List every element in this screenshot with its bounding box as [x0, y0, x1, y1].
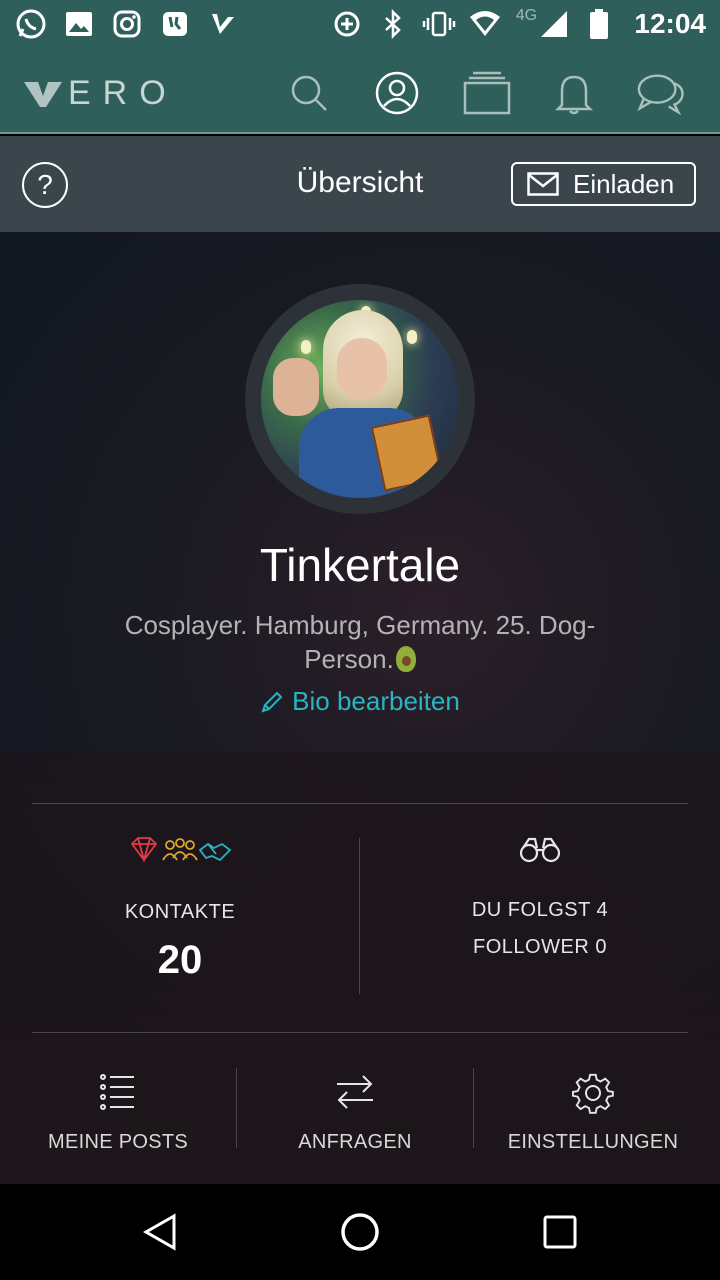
binoculars-icon — [519, 837, 561, 863]
divider — [32, 1032, 688, 1033]
bluetooth-icon — [376, 7, 410, 41]
battery-icon — [582, 7, 616, 41]
requests-label: ANFRAGEN — [298, 1131, 412, 1153]
tinder-like-icon — [158, 7, 192, 41]
settings-label: EINSTELLUNGEN — [507, 1131, 679, 1153]
invite-label: Einladen — [573, 168, 675, 199]
follow-stats[interactable]: DU FOLGST 4 FOLLOWER 0 — [400, 836, 680, 959]
check-icon — [206, 7, 240, 41]
instagram-icon — [110, 7, 144, 41]
vero-logo[interactable]: ERO — [24, 74, 178, 113]
chat-icon[interactable] — [636, 70, 686, 116]
search-icon[interactable] — [284, 70, 334, 116]
avatar-hand — [273, 358, 319, 416]
signal-icon: 4G — [514, 7, 570, 41]
recent-apps-icon[interactable] — [540, 1212, 580, 1252]
requests-button[interactable]: ANFRAGEN — [237, 1072, 473, 1154]
invite-button[interactable]: Einladen — [511, 162, 696, 206]
profile-name: Tinkertale — [259, 539, 461, 591]
followers-label[interactable]: FOLLOWER 0 — [400, 936, 680, 959]
contacts-label: KONTAKTE — [124, 901, 236, 923]
status-bar: 4G 12:04 — [0, 0, 720, 48]
avatar-box — [370, 414, 444, 492]
string-light — [407, 330, 417, 344]
pencil-icon — [261, 691, 283, 713]
avatar-face — [337, 338, 387, 400]
my-posts-label: MEINE POSTS — [48, 1131, 188, 1153]
notifications-icon[interactable] — [549, 70, 599, 116]
profile-icon[interactable] — [372, 70, 422, 116]
page-header: ? Übersicht Einladen — [0, 136, 720, 232]
wifi-icon — [468, 7, 502, 41]
avocado-emoji-icon — [395, 646, 416, 672]
divider-vertical — [359, 838, 360, 994]
settings-button[interactable]: EINSTELLUNGEN — [474, 1072, 712, 1154]
contact-levels-icon — [130, 837, 232, 864]
string-light — [301, 340, 311, 354]
my-posts-button[interactable]: MEINE POSTS — [0, 1072, 236, 1154]
logo-v-icon — [24, 81, 62, 107]
top-navigation: ERO — [0, 48, 720, 182]
logo-text: ERO — [68, 74, 178, 112]
profile-overview: Tinkertale Cosplayer. Hamburg, Germany. … — [0, 232, 720, 1184]
network-type: 4G — [515, 7, 538, 24]
edit-bio-label: Bio bearbeiten — [292, 686, 460, 716]
collections-icon[interactable] — [462, 70, 512, 116]
following-label[interactable]: DU FOLGST 4 — [400, 899, 680, 922]
avatar — [261, 300, 459, 498]
contacts-count: 20 — [157, 938, 203, 982]
swap-arrows-icon — [337, 1075, 373, 1109]
gallery-icon — [62, 7, 96, 41]
whatsapp-icon — [14, 7, 48, 41]
vibrate-icon — [422, 7, 456, 41]
bio-line-1: Cosplayer. Hamburg, Germany. 25. Dog- — [124, 610, 596, 640]
contacts-stat[interactable]: KONTAKTE 20 — [40, 836, 320, 983]
profile-bio: Cosplayer. Hamburg, Germany. 25. Dog- Pe… — [100, 608, 620, 676]
divider — [32, 803, 688, 804]
home-icon[interactable] — [340, 1212, 380, 1252]
data-saver-icon — [330, 7, 364, 41]
system-navigation-bar — [0, 1184, 720, 1280]
list-icon — [100, 1074, 134, 1110]
edit-bio-link[interactable]: Bio bearbeiten — [0, 686, 720, 717]
bio-line-2: Person. — [304, 644, 394, 674]
gear-icon — [572, 1073, 614, 1114]
back-icon[interactable] — [140, 1212, 180, 1252]
envelope-icon — [527, 172, 559, 196]
avatar-frame[interactable] — [245, 284, 475, 514]
clock: 12:04 — [634, 8, 706, 39]
